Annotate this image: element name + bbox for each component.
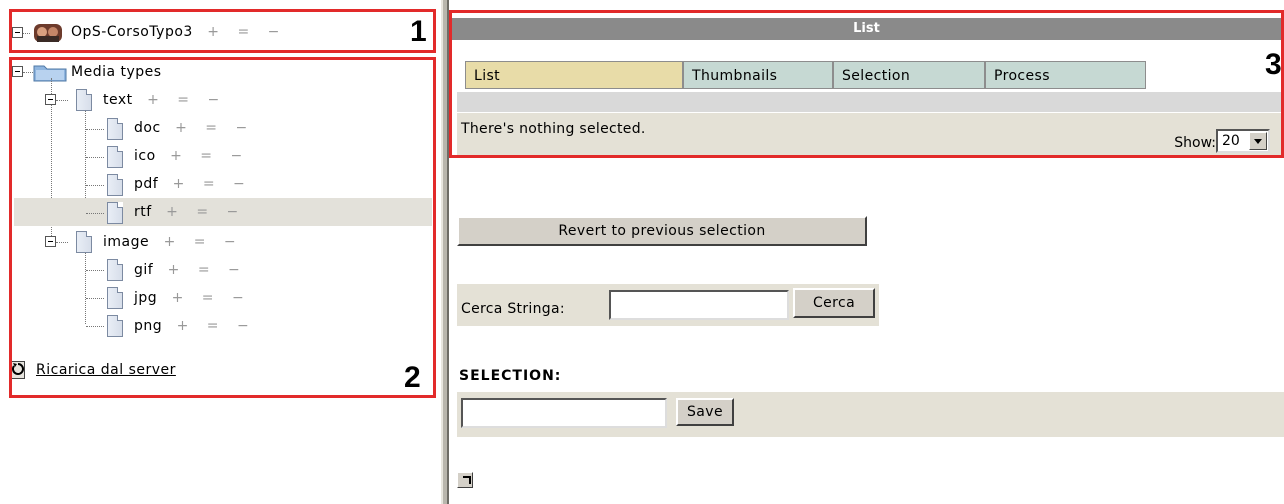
selection-heading: SELECTION:: [459, 368, 562, 384]
annotation-number-2: 2: [404, 361, 421, 394]
file-list-pane: List List Thumbnails Selection Process T…: [449, 0, 1284, 504]
revert-selection-button[interactable]: Revert to previous selection: [457, 216, 867, 246]
save-selection-button[interactable]: Save: [676, 398, 734, 426]
annotation-box-1: [9, 9, 436, 53]
search-button[interactable]: Cerca: [793, 288, 875, 318]
search-input[interactable]: [609, 290, 789, 320]
frame-splitter[interactable]: [441, 0, 449, 504]
annotation-number-1: 1: [410, 15, 427, 48]
annotation-box-3: [449, 10, 1284, 158]
resize-handle-icon[interactable]: [457, 472, 473, 488]
search-label: Cerca Stringa:: [461, 301, 565, 317]
page-tree-pane: OpS-CorsoTypo3 + = − Media types text + …: [0, 0, 445, 504]
selection-name-input[interactable]: [461, 398, 667, 428]
annotation-number-3: 3: [1265, 48, 1282, 81]
annotation-box-2: [9, 57, 436, 398]
